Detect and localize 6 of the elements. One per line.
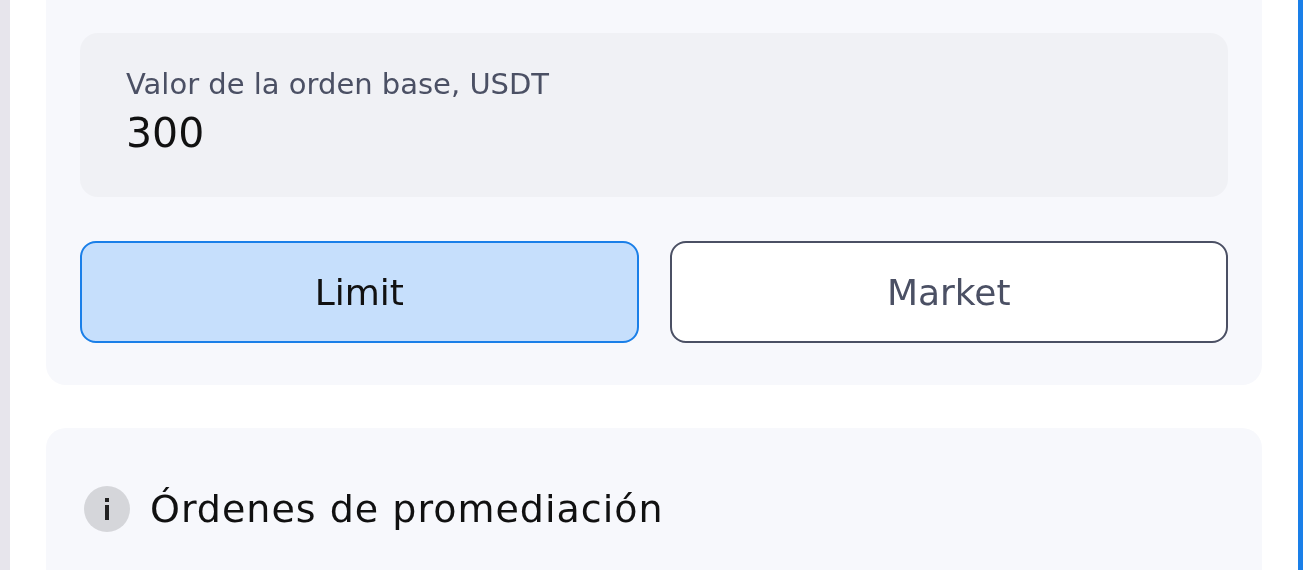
- field-label: Valor de la orden base, USDT: [126, 67, 551, 101]
- order-type-button[interactable]: Market: [669, 241, 1228, 343]
- section-title: Órdenes de promediación: [150, 487, 664, 531]
- order-type-button[interactable]: Limit: [80, 241, 639, 343]
- info-icon: [84, 486, 130, 532]
- base-order-field[interactable]: Valor de la orden base, USDT 300: [80, 33, 1228, 197]
